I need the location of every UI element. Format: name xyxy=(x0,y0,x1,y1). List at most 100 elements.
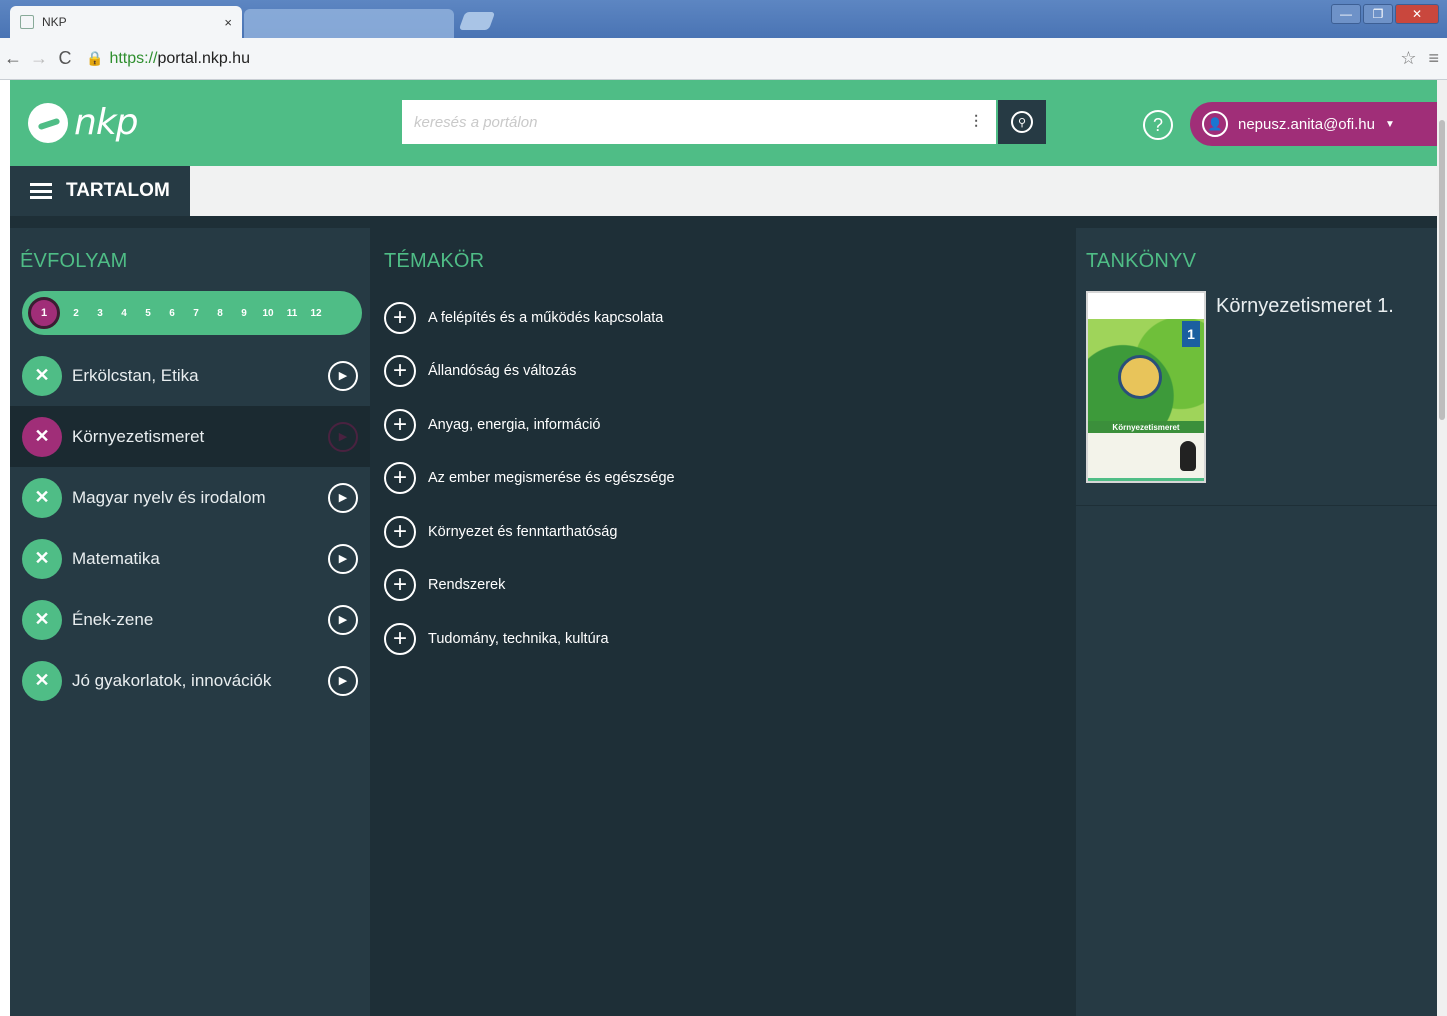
topic-item[interactable]: + Az ember megismerése és egészsége xyxy=(384,452,1074,506)
help-icon[interactable]: ? xyxy=(1143,110,1173,140)
minimize-button[interactable]: — xyxy=(1331,4,1361,24)
back-arrow-icon[interactable]: ← xyxy=(0,48,26,69)
forward-arrow-icon[interactable]: → xyxy=(26,48,52,69)
play-circle-icon[interactable]: ▶ xyxy=(328,604,358,635)
browser-tab-active[interactable]: NKP × xyxy=(10,6,242,38)
grade-3[interactable]: 3 xyxy=(88,308,112,319)
topic-item[interactable]: + Állandóság és változás xyxy=(384,345,1074,399)
nkp-logo[interactable]: nkp xyxy=(28,102,139,143)
subject-list: ✕ Erkölcstan, Etika ▶ ✕ Környezetismeret… xyxy=(10,345,370,711)
topic-list: + A felépítés és a működés kapcsolata + … xyxy=(374,291,1074,666)
subject-icon: ✕ xyxy=(22,477,62,518)
play-circle-icon[interactable]: ▶ xyxy=(328,421,358,452)
plus-circle-icon[interactable]: + xyxy=(384,408,416,441)
subject-label: Matematika xyxy=(72,548,160,568)
subject-label: Ének-zene xyxy=(72,609,154,629)
browser-menu-icon[interactable]: ≡ xyxy=(1428,48,1439,69)
play-circle-icon[interactable]: ▶ xyxy=(328,482,358,513)
page-favicon-icon xyxy=(20,15,34,29)
maximize-button[interactable]: ❐ xyxy=(1363,4,1393,24)
subject-item-matematika[interactable]: ✕ Matematika ▶ xyxy=(10,528,370,589)
play-circle-icon[interactable]: ▶ xyxy=(328,543,358,574)
subject-item-erkolcstan[interactable]: ✕ Erkölcstan, Etika ▶ xyxy=(10,345,370,406)
logo-text: nkp xyxy=(74,102,139,143)
subject-item-magyar[interactable]: ✕ Magyar nyelv és irodalom ▶ xyxy=(10,467,370,528)
cover-illustration xyxy=(1118,355,1162,399)
subject-icon: ✕ xyxy=(22,660,62,701)
topic-item[interactable]: + A felépítés és a működés kapcsolata xyxy=(384,291,1074,345)
plus-circle-icon[interactable]: + xyxy=(384,569,416,602)
textbook-cover-image[interactable]: 1 Környezetismeret xyxy=(1086,291,1206,483)
plus-circle-icon[interactable]: + xyxy=(384,622,416,655)
topic-item[interactable]: + Tudomány, technika, kultúra xyxy=(384,612,1074,666)
subject-label: Jó gyakorlatok, innovációk xyxy=(72,670,272,690)
textbook-item: 1 Környezetismeret Környezetismeret 1. xyxy=(1086,291,1437,483)
topic-label: Tudomány, technika, kultúra xyxy=(428,630,609,647)
evfolyam-column: ÉVFOLYAM 1 2 3 4 5 6 7 8 9 10 11 12 ✕ Er… xyxy=(10,228,370,1016)
plus-circle-icon[interactable]: + xyxy=(384,462,416,495)
filter-sliders-icon[interactable]: ⫶ xyxy=(956,100,996,144)
address-field[interactable]: 🔒 https:// portal.nkp.hu xyxy=(86,50,250,68)
user-email: nepusz.anita@ofi.hu xyxy=(1238,115,1375,133)
grade-12[interactable]: 12 xyxy=(304,308,328,319)
subject-label: Magyar nyelv és irodalom xyxy=(72,487,266,507)
tartalom-label: TARTALOM xyxy=(66,180,170,201)
logo-mark-icon xyxy=(28,102,68,143)
scrollbar-thumb[interactable] xyxy=(1439,120,1445,420)
grade-2[interactable]: 2 xyxy=(64,308,88,319)
bookmark-star-icon[interactable]: ☆ xyxy=(1400,48,1416,69)
topic-item[interactable]: + Rendszerek xyxy=(384,559,1074,613)
content-area: ÉVFOLYAM 1 2 3 4 5 6 7 8 9 10 11 12 ✕ Er… xyxy=(10,216,1437,1016)
search-box: ⫶ xyxy=(402,100,996,144)
topic-item[interactable]: + Anyag, energia, információ xyxy=(384,398,1074,452)
tankonyv-title: TANKÖNYV xyxy=(1086,250,1197,272)
grade-8[interactable]: 8 xyxy=(208,308,232,319)
search-input[interactable] xyxy=(402,100,956,144)
grade-7[interactable]: 7 xyxy=(184,308,208,319)
subject-item-kornyezetismeret[interactable]: ✕ Környezetismeret ▶ xyxy=(10,406,370,467)
user-avatar-icon: 👤 xyxy=(1202,111,1228,137)
plus-circle-icon[interactable]: + xyxy=(384,301,416,334)
tab-title: NKP xyxy=(42,15,67,29)
grade-10[interactable]: 10 xyxy=(256,308,280,319)
temakor-column: TÉMAKÖR + A felépítés és a működés kapcs… xyxy=(374,228,1074,1016)
url-host: portal.nkp.hu xyxy=(157,49,250,67)
subject-icon: ✕ xyxy=(22,355,62,396)
browser-tabstrip: NKP × — ❐ ✕ xyxy=(0,0,1447,38)
topic-label: Környezet és fenntarthatóság xyxy=(428,523,618,540)
play-circle-icon[interactable]: ▶ xyxy=(328,665,358,696)
topic-label: A felépítés és a működés kapcsolata xyxy=(428,309,664,326)
search-icon: ⚲ xyxy=(1011,111,1033,133)
textbook-title[interactable]: Környezetismeret 1. xyxy=(1216,295,1394,483)
cover-dog-illustration xyxy=(1180,441,1196,471)
chevron-down-icon: ▼ xyxy=(1385,118,1395,130)
url-scheme: https:// xyxy=(109,49,158,67)
browser-tab-inactive[interactable] xyxy=(244,9,454,38)
grade-4[interactable]: 4 xyxy=(112,308,136,319)
close-window-button[interactable]: ✕ xyxy=(1395,4,1439,24)
grade-1[interactable]: 1 xyxy=(28,297,60,329)
grade-9[interactable]: 9 xyxy=(232,308,256,319)
plus-circle-icon[interactable]: + xyxy=(384,515,416,548)
divider xyxy=(1076,505,1437,506)
topic-item[interactable]: + Környezet és fenntarthatóság xyxy=(384,505,1074,559)
search-button[interactable]: ⚲ xyxy=(998,100,1046,144)
user-menu-button[interactable]: 👤 nepusz.anita@ofi.hu ▼ xyxy=(1190,102,1437,146)
subject-item-jo-gyakorlatok[interactable]: ✕ Jó gyakorlatok, innovációk ▶ xyxy=(10,650,370,711)
play-circle-icon[interactable]: ▶ xyxy=(328,360,358,391)
tab-close-icon[interactable]: × xyxy=(224,15,232,30)
subject-icon: ✕ xyxy=(22,599,62,640)
plus-circle-icon[interactable]: + xyxy=(384,355,416,388)
page-scrollbar[interactable] xyxy=(1437,80,1447,1016)
subject-item-enek-zene[interactable]: ✕ Ének-zene ▶ xyxy=(10,589,370,650)
grade-selector: 1 2 3 4 5 6 7 8 9 10 11 12 xyxy=(22,291,362,335)
lock-icon: 🔒 xyxy=(86,50,104,66)
tartalom-menu-button[interactable]: TARTALOM xyxy=(10,166,190,216)
grade-5[interactable]: 5 xyxy=(136,308,160,319)
grade-6[interactable]: 6 xyxy=(160,308,184,319)
reload-icon[interactable]: C xyxy=(52,48,78,69)
evfolyam-title: ÉVFOLYAM xyxy=(20,250,128,272)
new-tab-button[interactable] xyxy=(458,12,496,30)
cover-title-band: Környezetismeret xyxy=(1088,421,1204,433)
grade-11[interactable]: 11 xyxy=(280,308,304,319)
